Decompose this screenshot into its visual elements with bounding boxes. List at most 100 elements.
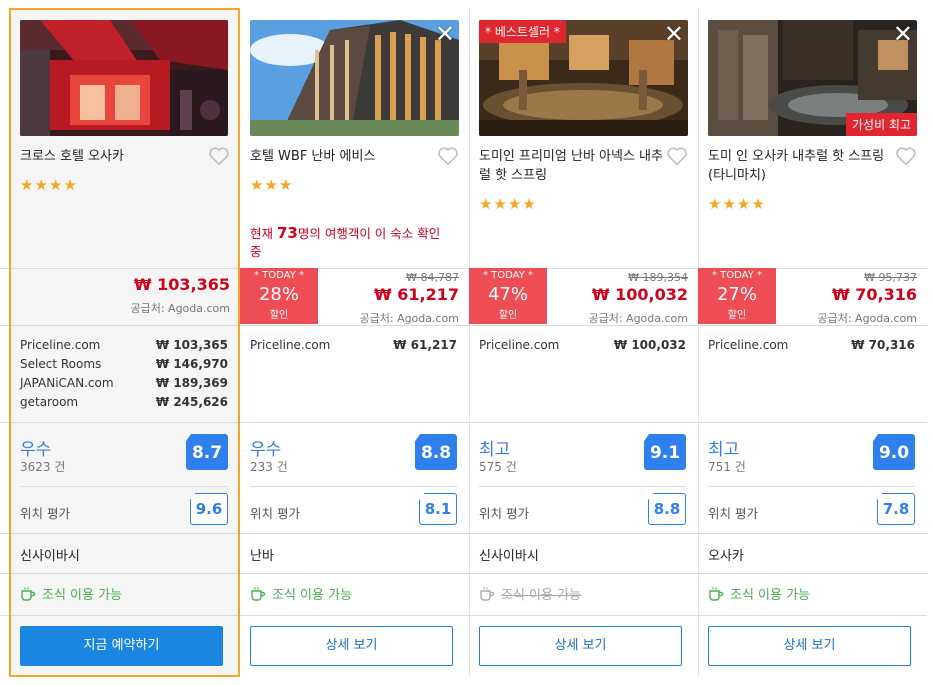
supplier-label: 공급처: Agoda.com	[359, 312, 459, 325]
score-word: 우수	[250, 440, 282, 460]
review-score-badge: 9.1	[644, 434, 686, 470]
breakfast-label: 조식 이용 가능	[42, 588, 123, 603]
review-count: 575 건	[479, 460, 517, 474]
hotel-name[interactable]: 도미 인 오사카 내추럴 핫 스프링 (타니마치)	[708, 147, 898, 185]
hotel-photo[interactable]: ✕	[250, 20, 459, 136]
provider-item[interactable]: Priceline.com ₩ 61,217	[250, 336, 457, 355]
star-rating: ★★★	[250, 176, 294, 194]
breakfast-status-unavailable: 조식 이용 가능	[479, 584, 581, 603]
discount-sale-label: 할인	[269, 310, 289, 321]
review-count: 751 건	[708, 460, 746, 474]
providers-cell: Priceline.com ₩ 103,365 Select Rooms ₩ 146…	[10, 325, 240, 422]
breakfast-row: 조식 이용 가능 조식 이용 가능 조식 이용 가능 조식 이용 가능	[0, 573, 933, 615]
provider-price: ₩ 61,217	[393, 338, 457, 352]
close-icon[interactable]: ✕	[664, 22, 684, 46]
providers-cell: Priceline.com ₩ 100,032	[469, 325, 698, 422]
discount-today-label: * TODAY *	[253, 270, 305, 281]
providers-cell: Priceline.com ₩ 61,217	[240, 325, 469, 422]
heart-icon[interactable]	[437, 145, 459, 167]
hotel-price[interactable]: ₩ 61,217	[374, 285, 459, 304]
supplier-label: 공급처: Agoda.com	[130, 302, 230, 315]
book-now-button[interactable]: 지금 예약하기	[20, 626, 223, 666]
location-label: 위치 평가	[479, 506, 529, 521]
location-score-badge: 8.1	[419, 493, 457, 525]
provider-name: JAPANiCAN.com	[20, 376, 114, 390]
hotel-card-header: ✕ 가성비 최고 도미 인 오사카 내추럴 핫 스프링 (타니마치) ★★★★	[698, 8, 927, 268]
view-details-button[interactable]: 상세 보기	[250, 626, 453, 666]
price-cell[interactable]: ₩ 103,365 공급처: Agoda.com	[10, 268, 240, 325]
close-icon[interactable]: ✕	[435, 22, 455, 46]
provider-price: ₩ 146,970	[155, 357, 228, 371]
heart-icon[interactable]	[666, 145, 688, 167]
score-word: 최고	[479, 440, 511, 460]
provider-item[interactable]: Priceline.com ₩ 100,032	[479, 336, 686, 355]
best-value-badge: 가성비 최고	[845, 113, 917, 136]
provider-item[interactable]: JAPANiCAN.com ₩ 189,369	[20, 374, 228, 393]
hotel-header-row: 크로스 호텔 오사카 ★★★★ ✕ 호텔 WBF 난바 에비스 ★★★ 현재 7…	[0, 8, 933, 268]
provider-item[interactable]: Priceline.com ₩ 70,316	[708, 336, 915, 355]
coffee-cup-icon	[21, 587, 36, 601]
star-rating: ★★★★	[20, 176, 78, 194]
view-details-button[interactable]: 상세 보기	[479, 626, 682, 666]
hotel-price[interactable]: ₩ 103,365	[134, 275, 230, 294]
star-rating: ★★★★	[479, 195, 537, 213]
heart-icon[interactable]	[895, 145, 917, 167]
breakfast-status: 조식 이용 가능	[250, 584, 352, 603]
close-icon[interactable]: ✕	[893, 22, 913, 46]
viewers-prefix: 현재	[250, 226, 277, 241]
viewers-notice: 현재 73명의 여행객이 이 숙소 확인 중	[250, 224, 455, 261]
location-score-badge: 9.6	[190, 493, 228, 525]
breakfast-label: 조식 이용 가능	[272, 588, 353, 603]
discount-sale-label: 할인	[727, 310, 747, 321]
bestseller-badge: * 베스트셀러 *	[479, 20, 566, 43]
heart-icon[interactable]	[208, 145, 230, 167]
breakfast-label: 조식 이용 가능	[730, 588, 811, 603]
score-cell[interactable]: 최고 575 건 9.1 위치 평가 8.8	[469, 422, 698, 533]
location-score-badge: 8.8	[648, 493, 686, 525]
hotel-photo[interactable]: * 베스트셀러 * ✕	[479, 20, 688, 136]
divider	[20, 486, 228, 487]
hotel-photo[interactable]: ✕ 가성비 최고	[708, 20, 917, 136]
score-cell[interactable]: 우수 233 건 8.8 위치 평가 8.1	[240, 422, 469, 533]
location-score-badge: 7.8	[877, 493, 915, 525]
provider-price: ₩ 70,316	[851, 338, 915, 352]
score-cell[interactable]: 우수 3623 건 8.7 위치 평가 9.6	[10, 422, 240, 533]
hotel-card-header: 크로스 호텔 오사카 ★★★★	[10, 8, 240, 268]
score-cell[interactable]: 최고 751 건 9.0 위치 평가 7.8	[698, 422, 927, 533]
provider-item[interactable]: Select Rooms ₩ 146,970	[20, 355, 228, 374]
area-name: 신사이바시	[479, 549, 539, 564]
price-cell[interactable]: * TODAY * 47% 할인 ₩ 189,354 ₩ 100,032 공급처…	[469, 268, 698, 325]
coffee-cup-icon	[480, 587, 495, 601]
original-price: ₩ 189,354	[628, 271, 688, 284]
breakfast-label: 조식 이용 가능	[501, 588, 582, 603]
price-cell[interactable]: * TODAY * 28% 할인 ₩ 84,787 ₩ 61,217 공급처: …	[240, 268, 469, 325]
discount-percent: 27%	[716, 284, 757, 305]
provider-price: ₩ 245,626	[155, 395, 228, 409]
review-score-badge: 8.7	[186, 434, 228, 470]
price-cell[interactable]: * TODAY * 27% 할인 ₩ 95,737 ₩ 70,316 공급처: …	[698, 268, 927, 325]
providers-row: Priceline.com ₩ 103,365 Select Rooms ₩ 146…	[0, 325, 933, 422]
discount-badge: * TODAY * 27% 할인	[698, 268, 776, 324]
hotel-photo[interactable]	[20, 20, 228, 136]
review-score-badge: 8.8	[415, 434, 457, 470]
provider-name: Select Rooms	[20, 357, 102, 371]
hotel-price[interactable]: ₩ 100,032	[592, 285, 688, 304]
score-word: 최고	[708, 440, 740, 460]
provider-item[interactable]: Priceline.com ₩ 103,365	[20, 336, 228, 355]
hotel-card-header: ✕ 호텔 WBF 난바 에비스 ★★★ 현재 73명의 여행객이 이 숙소 확인…	[240, 8, 469, 268]
hotel-name[interactable]: 크로스 호텔 오사카	[20, 147, 210, 166]
scores-row: 우수 3623 건 8.7 위치 평가 9.6 우수 233 건 8.8 위치 …	[0, 422, 933, 533]
hotel-name[interactable]: 호텔 WBF 난바 에비스	[250, 147, 440, 166]
view-details-button[interactable]: 상세 보기	[708, 626, 911, 666]
hotel-price[interactable]: ₩ 70,316	[832, 285, 917, 304]
discount-percent: 47%	[487, 284, 528, 305]
provider-price: ₩ 100,032	[613, 338, 686, 352]
area-row: 신사이바시 난바 신사이바시 오사카	[0, 533, 933, 573]
original-price: ₩ 84,787	[406, 271, 459, 284]
providers-cell: Priceline.com ₩ 70,316	[698, 325, 927, 422]
divider	[708, 486, 915, 487]
provider-item[interactable]: getaroom ₩ 245,626	[20, 393, 228, 412]
review-count: 3623 건	[20, 460, 66, 474]
price-row: ₩ 103,365 공급처: Agoda.com * TODAY * 28% 할…	[0, 268, 933, 325]
hotel-name[interactable]: 도미인 프리미엄 난바 아넥스 내추럴 핫 스프링	[479, 147, 669, 185]
